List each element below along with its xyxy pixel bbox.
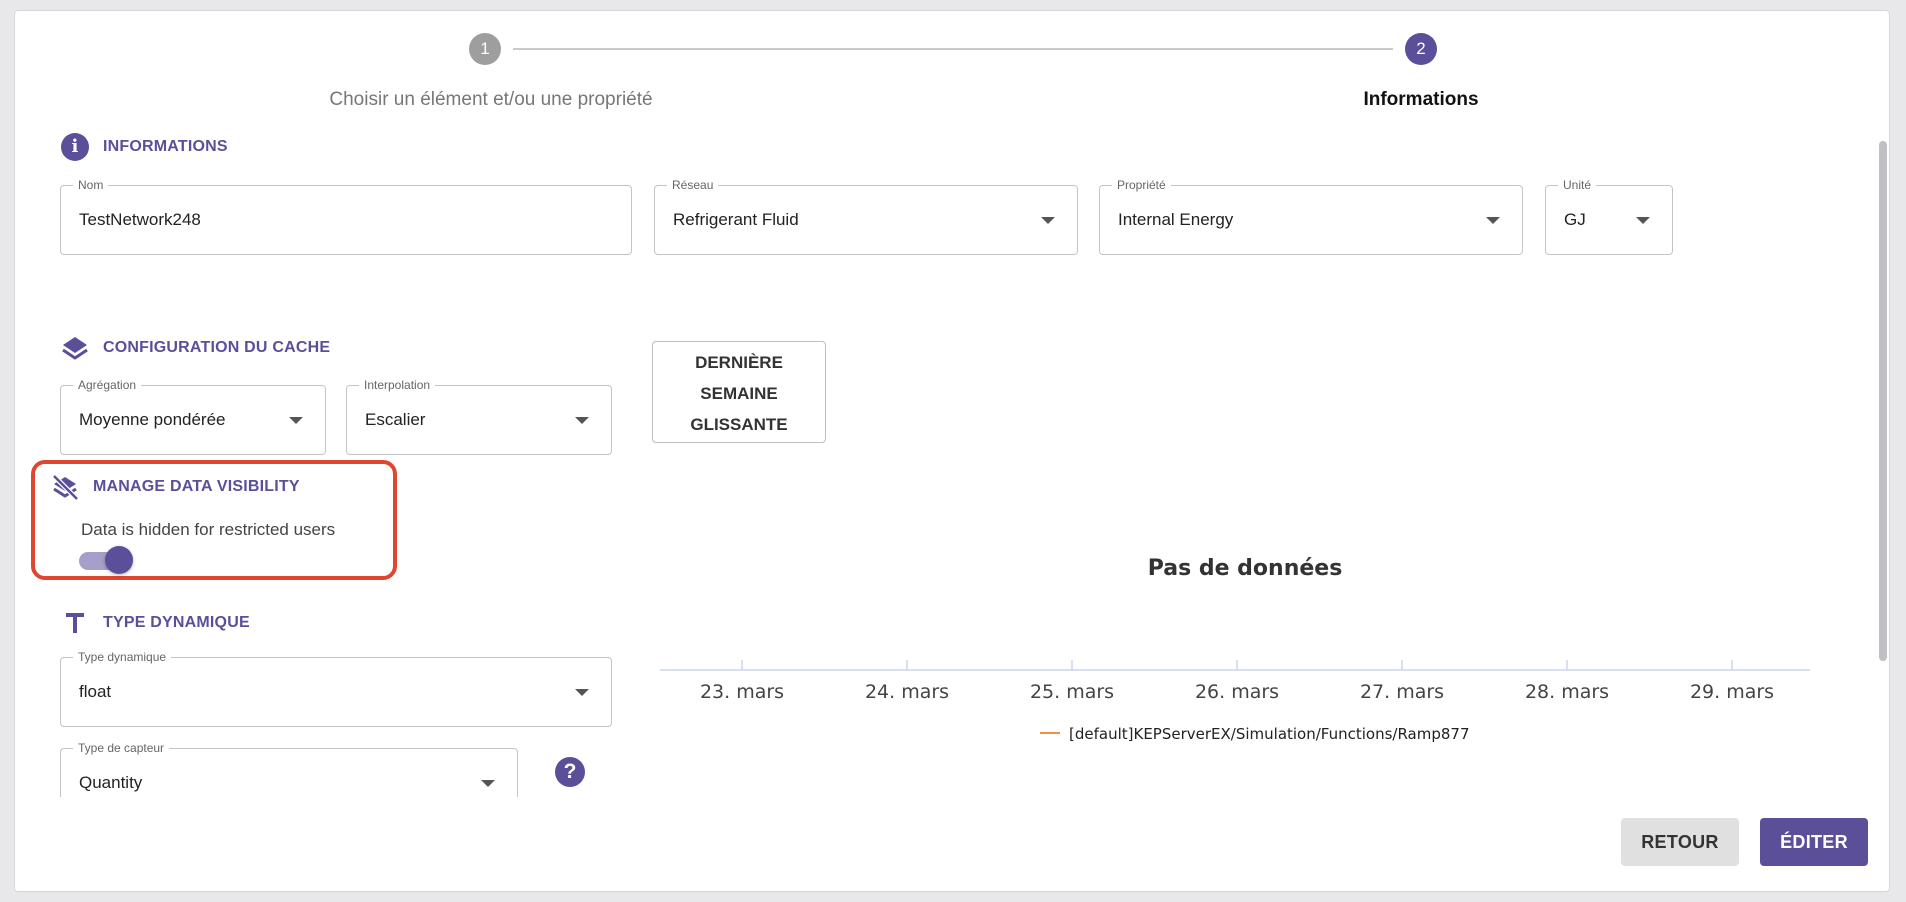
propriete-select[interactable]: Propriété Internal Energy — [1099, 178, 1523, 255]
step-2-circle[interactable]: 2 — [1405, 33, 1437, 65]
stepper-connector — [513, 48, 1393, 50]
visibility-title: MANAGE DATA VISIBILITY — [93, 478, 300, 495]
reseau-value: Refrigerant Fluid — [673, 210, 799, 229]
legend-label: [default]KEPServerEX/Simulation/Function… — [1069, 725, 1470, 743]
unite-select[interactable]: Unité GJ — [1545, 178, 1673, 255]
x-tick-label: 23. mars — [700, 681, 784, 703]
chevron-down-icon[interactable] — [1486, 217, 1500, 224]
chevron-down-icon[interactable] — [1041, 217, 1055, 224]
visibility-text: Data is hidden for restricted users — [81, 520, 336, 539]
chevron-down-icon[interactable] — [575, 417, 589, 424]
interpolation-select[interactable]: Interpolation Escalier — [346, 378, 612, 455]
chevron-down-icon[interactable] — [289, 417, 303, 424]
scrollbar[interactable] — [1879, 141, 1887, 661]
interpolation-label: Interpolation — [359, 378, 436, 392]
unite-label: Unité — [1558, 178, 1597, 192]
nom-value[interactable]: TestNetwork248 — [79, 210, 201, 230]
rolling-week-line-2: SEMAINE — [700, 383, 778, 403]
x-tick-label: 29. mars — [1690, 681, 1774, 703]
x-tick-label: 25. mars — [1030, 681, 1114, 703]
reseau-select[interactable]: Réseau Refrigerant Fluid — [654, 178, 1078, 255]
step-1-circle[interactable]: 1 — [469, 33, 501, 65]
help-icon[interactable]: ? — [555, 757, 585, 787]
scroll-clip — [15, 797, 1875, 891]
agregation-select[interactable]: Agrégation Moyenne pondérée — [60, 378, 326, 455]
interpolation-value: Escalier — [365, 410, 426, 429]
rolling-week-line-3: GLISSANTE — [690, 414, 788, 434]
propriete-label: Propriété — [1112, 178, 1171, 192]
informations-header: i INFORMATIONS — [61, 133, 228, 161]
nom-label: Nom — [73, 178, 109, 192]
nom-field[interactable]: Nom TestNetwork248 — [60, 178, 632, 255]
type-dynamique-title: TYPE DYNAMIQUE — [103, 614, 250, 631]
visibility-toggle[interactable] — [77, 545, 141, 575]
agregation-label: Agrégation — [73, 378, 142, 392]
x-tick-label: 26. mars — [1195, 681, 1279, 703]
step-2-label[interactable]: Informations — [1321, 89, 1521, 111]
layers-off-icon — [51, 473, 79, 501]
info-icon: i — [61, 133, 89, 161]
chevron-down-icon[interactable] — [575, 689, 589, 696]
text-type-icon — [61, 609, 89, 637]
informations-title: INFORMATIONS — [103, 138, 228, 155]
chart: Pas de données 23. mars 24. mars 25. mars 26… — [660, 556, 1810, 743]
step-1-label[interactable]: Choisir un élément et/ou une propriété — [321, 89, 661, 111]
chevron-down-icon[interactable] — [1636, 217, 1650, 224]
no-data-text: Pas de données — [1148, 556, 1343, 581]
edit-button[interactable]: ÉDITER — [1760, 818, 1868, 866]
step-1-number: 1 — [480, 39, 490, 58]
reseau-label: Réseau — [667, 178, 719, 192]
type-dynamique-select[interactable]: Type dynamique float — [60, 650, 612, 727]
toggle-thumb[interactable] — [105, 546, 133, 574]
type-dynamique-value: float — [79, 682, 112, 701]
type-capteur-label: Type de capteur — [73, 741, 170, 755]
propriete-value: Internal Energy — [1118, 210, 1234, 229]
dialog: 1 2 Choisir un élément et/ou une proprié… — [14, 10, 1890, 892]
back-button[interactable]: RETOUR — [1621, 818, 1739, 866]
step-2-number: 2 — [1416, 39, 1426, 58]
x-tick-label: 27. mars — [1360, 681, 1444, 703]
x-tick-label: 28. mars — [1525, 681, 1609, 703]
chevron-down-icon[interactable] — [481, 780, 495, 787]
cache-title: CONFIGURATION DU CACHE — [103, 339, 331, 356]
agregation-value: Moyenne pondérée — [79, 410, 226, 429]
rolling-week-line-1: DERNIÈRE — [695, 352, 783, 372]
type-dynamique-header: TYPE DYNAMIQUE — [61, 609, 250, 637]
layers-icon — [61, 334, 89, 362]
rolling-week-button[interactable]: DERNIÈRE SEMAINE GLISSANTE — [652, 341, 826, 443]
cache-header: CONFIGURATION DU CACHE — [61, 334, 330, 362]
x-tick-label: 24. mars — [865, 681, 949, 703]
type-capteur-value: Quantity — [79, 773, 143, 792]
unite-value: GJ — [1564, 210, 1586, 229]
visibility-header: MANAGE DATA VISIBILITY — [51, 473, 300, 501]
type-dynamique-label: Type dynamique — [73, 650, 172, 664]
